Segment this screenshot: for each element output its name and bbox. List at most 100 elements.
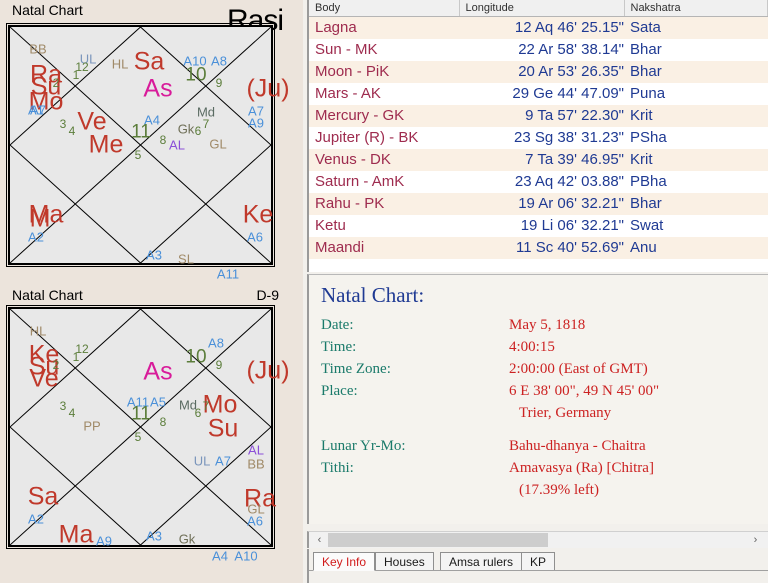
d9-chart-label: A10 [234, 548, 258, 564]
d9-chart-label: A3 [146, 528, 162, 544]
rasi-chart-label: As [143, 74, 173, 103]
key-info-label: Time Zone: [321, 361, 391, 377]
table-row[interactable]: Mercury - GK 9 Ta 57' 22.30" Krit [309, 104, 768, 127]
key-info-row: Time Zone: 2:00:00 (East of GMT) [321, 361, 768, 383]
table-cell: 23 Sg 38' 31.23" [459, 126, 624, 149]
rasi-chart-label: A3 [146, 247, 162, 263]
key-info-row: Time: 4:00:15 [321, 339, 768, 361]
rasi-house-number: 6 [194, 124, 202, 138]
rasi-chart-label: A11 [216, 266, 240, 282]
table-cell: Rahu - PK [309, 192, 459, 215]
rasi-chart-label: (Ju) [246, 74, 290, 103]
horizontal-scrollbar[interactable]: ‹ › [307, 531, 768, 548]
table-body: Lagna 12 Aq 46' 25.15" Sata Sun - MK 22 Ar 5… [309, 16, 768, 272]
tab-houses[interactable]: Houses [375, 552, 434, 571]
column-header-body[interactable]: Body [309, 0, 460, 17]
d9-house-number: 6 [194, 406, 202, 420]
key-info-label: Time: [321, 339, 357, 355]
scroll-left-arrow-icon[interactable]: ‹ [311, 532, 328, 548]
d9-house-number: 4 [68, 406, 76, 420]
key-info-value: 2:00:00 (East of GMT) [509, 361, 648, 377]
key-info-value: Bahu-dhanya - Chaitra [509, 438, 646, 454]
table-cell: Krit [624, 104, 768, 127]
rasi-house-number: 8 [159, 133, 167, 147]
charts-panel: Natal Chart Rasi BB Ra Su Mo A1 A7 UL HL Sa As A10… [0, 0, 301, 583]
table-row[interactable]: Saturn - AmK 23 Aq 42' 03.88" PBha [309, 170, 768, 193]
d9-chart-label: A2 [28, 511, 44, 527]
table-cell: Sata [624, 16, 768, 39]
d9-house-number: 11 [131, 403, 151, 425]
table-row[interactable]: Venus - DK 7 Ta 39' 46.95" Krit [309, 148, 768, 171]
tab-kp[interactable]: KP [521, 552, 556, 571]
table-cell: 12 Aq 46' 25.15" [459, 16, 624, 39]
d9-chart-diagram[interactable]: HL Ke Su Ve As A8 (Ju) Md Mo Su A11 A5 PP UL A7 AL BB Sa A… [6, 305, 290, 563]
table-cell [624, 258, 768, 272]
tab-amsa-rulers[interactable]: Amsa rulers [440, 552, 523, 571]
rasi-chart-label: A9 [248, 115, 264, 131]
key-info-label: Lunar Yr-Mo: [321, 438, 406, 454]
rasi-chart-block[interactable]: Natal Chart Rasi BB Ra Su Mo A1 A7 UL HL Sa As A10… [0, 0, 301, 285]
scrollbar-thumb[interactable] [328, 533, 548, 547]
rasi-chart-labels: BB Ra Su Mo A1 A7 UL HL Sa As A10 A8 (Ju) A7 A9 Ve Me A4 G… [10, 27, 289, 281]
table-cell: 19 Li 06' 32.21" [459, 214, 624, 237]
table-row[interactable]: Lagna 12 Aq 46' 25.15" Sata [309, 16, 768, 39]
table-row[interactable]: Jupiter (R) - BK 23 Sg 38' 31.23" PSha [309, 126, 768, 149]
d9-house-number: 5 [134, 430, 142, 444]
table-row[interactable]: Sun - MK 22 Ar 58' 38.14" Bhar [309, 38, 768, 61]
table-row[interactable]: Moon - PiK 20 Ar 53' 26.35" Bhar [309, 60, 768, 83]
details-panel: Body Longitude Nakshatra Lagna 12 Aq 46' … [303, 0, 768, 583]
key-info-label: Tithi: [321, 460, 354, 476]
d9-house-number: 9 [215, 358, 223, 372]
d9-chart-label: A4 [212, 548, 228, 564]
table-cell [309, 258, 459, 272]
key-info-value: 4:00:15 [509, 339, 555, 355]
table-cell: Bhar [624, 192, 768, 215]
table-cell: Swat [624, 214, 768, 237]
table-cell: Puna [624, 82, 768, 105]
rasi-house-number: 2 [52, 76, 60, 90]
rasi-house-number: 3 [59, 117, 67, 131]
rasi-house-number: 5 [134, 148, 142, 162]
key-info-row: Trier, Germany [321, 405, 768, 427]
d9-house-number: 2 [52, 358, 60, 372]
table-row[interactable]: Ketu 19 Li 06' 32.21" Swat [309, 214, 768, 237]
key-info-value: Trier, Germany [519, 405, 612, 421]
table-cell: Saturn - AmK [309, 170, 459, 193]
table-cell: Bhar [624, 60, 768, 83]
planet-positions-table-container[interactable]: Body Longitude Nakshatra Lagna 12 Aq 46' … [307, 0, 768, 272]
column-header-nakshatra[interactable]: Nakshatra [624, 0, 768, 17]
key-info-panel: Natal Chart: Date: May 5, 1818 Time: 4:00:1… [307, 274, 768, 524]
table-cell: Mars - AK [309, 82, 459, 105]
table-row[interactable]: Rahu - PK 19 Ar 06' 32.21" Bhar [309, 192, 768, 215]
d9-chart-label: A8 [208, 335, 224, 351]
table-cell: Ketu [309, 214, 459, 237]
table-cell: 11 Sc 40' 52.69" [459, 236, 624, 259]
key-info-label: Date: [321, 317, 354, 333]
rasi-chart-label: A8 [211, 53, 227, 69]
tab-key-info[interactable]: Key Info [313, 552, 376, 571]
d9-house-number: 8 [159, 415, 167, 429]
table-cell: Lagna [309, 16, 459, 39]
column-header-longitude[interactable]: Longitude [459, 0, 625, 17]
d9-chart-label: Gk [178, 531, 196, 547]
d9-chart-labels: HL Ke Su Ve As A8 (Ju) Md Mo Su A11 A5 PP UL A7 AL BB Sa A… [10, 309, 290, 563]
table-row[interactable]: Mars - AK 29 Ge 44' 47.09" Puna [309, 82, 768, 105]
d9-house-number: 10 [185, 346, 207, 368]
rasi-house-number: 4 [68, 124, 76, 138]
key-info-row: Date: May 5, 1818 [321, 317, 768, 339]
d9-chart-block[interactable]: Natal Chart D-9 HL Ke Su Ve As A8 (Ju) Md Mo Su A1… [0, 285, 301, 583]
table-row-partial[interactable] [309, 258, 768, 272]
rasi-chart-label: Ke [242, 200, 274, 229]
rasi-house-number: 10 [185, 64, 207, 86]
table-cell: 7 Ta 39' 46.95" [459, 148, 624, 171]
table-row[interactable]: Maandi 11 Sc 40' 52.69" Anu [309, 236, 768, 259]
key-info-row: Lunar Yr-Mo: Bahu-dhanya - Chaitra [321, 438, 768, 460]
d9-chart-label: HL [29, 323, 47, 339]
d9-house-number: 3 [59, 399, 67, 413]
rasi-chart-diagram[interactable]: BB Ra Su Mo A1 A7 UL HL Sa As A10 A8 (Ju) A7 A9 Ve Me A4 G… [6, 23, 290, 281]
table-cell: 20 Ar 53' 26.35" [459, 60, 624, 83]
table-cell: Mercury - GK [309, 104, 459, 127]
table-header-row: Body Longitude Nakshatra [309, 0, 768, 17]
d9-chart-label: Sa [27, 482, 59, 511]
scroll-right-arrow-icon[interactable]: › [747, 532, 764, 548]
